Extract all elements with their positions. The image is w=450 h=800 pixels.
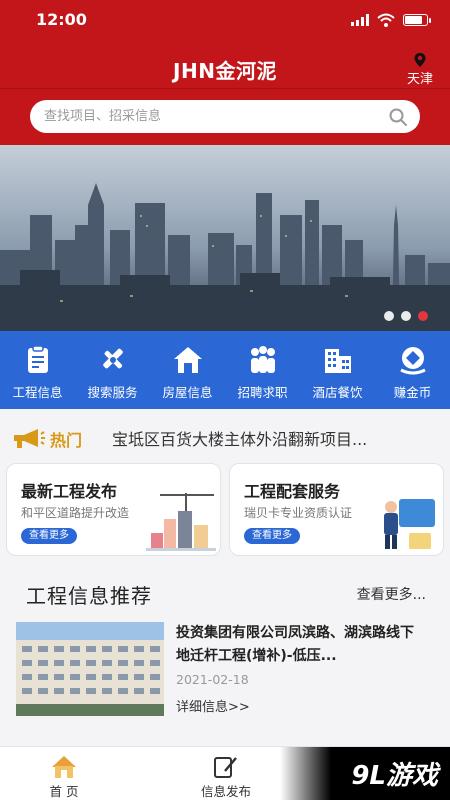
business-person-illustration xyxy=(384,499,435,549)
top-header: 12:00 JHN金河泥 天津 xyxy=(0,0,450,145)
menu-item-recruitment[interactable]: 招聘求职 xyxy=(225,331,300,409)
section-title: 工程信息推荐 xyxy=(26,584,152,608)
carousel-indicators[interactable] xyxy=(384,311,428,321)
tools-icon xyxy=(102,348,123,369)
card-title: 最新工程发布 xyxy=(21,482,118,501)
status-bar: 12:00 xyxy=(0,0,450,42)
city-skyline-image xyxy=(0,145,450,331)
search-icon[interactable] xyxy=(388,107,408,127)
menu-item-search-service[interactable]: 搜索服务 xyxy=(75,331,150,409)
construction-illustration xyxy=(146,493,216,551)
article-title[interactable]: 投资集团有限公司凤滨路、湖滨路线下地迁杆工程(增补)-低压... xyxy=(176,622,426,668)
menu-label: 工程信息 xyxy=(12,385,63,400)
search-input[interactable] xyxy=(44,100,384,133)
section-view-more-link[interactable]: 查看更多... xyxy=(357,584,426,604)
menu-label: 赚金币 xyxy=(393,385,432,400)
location-pin-icon xyxy=(414,53,426,67)
card-latest-projects[interactable]: 最新工程发布 和平区道路提升改造 查看更多 xyxy=(6,463,221,556)
card-subtitle: 和平区道路提升改造 xyxy=(21,506,130,520)
menu-label: 酒店餐饮 xyxy=(312,385,363,400)
header-divider xyxy=(0,88,450,89)
edit-icon xyxy=(214,757,237,778)
view-more-button[interactable]: 查看更多 xyxy=(244,528,300,544)
watermark-overlay: 9L游戏 xyxy=(280,747,450,800)
app-title: JHN金河泥 xyxy=(173,59,277,83)
tab-home[interactable]: 首 页 xyxy=(14,747,114,800)
system-icons xyxy=(351,13,431,27)
menu-label: 招聘求职 xyxy=(237,385,288,400)
menu-item-housing-info[interactable]: 房屋信息 xyxy=(150,331,225,409)
wifi-icon xyxy=(377,13,395,27)
status-time: 12:00 xyxy=(36,10,87,29)
view-more-button[interactable]: 查看更多 xyxy=(21,528,77,544)
battery-icon xyxy=(403,14,431,26)
hot-news-ticker[interactable]: 热门 宝坻区百货大楼主体外沿翻新项目... xyxy=(0,420,450,456)
building-icon xyxy=(324,349,351,373)
news-headline[interactable]: 宝坻区百货大楼主体外沿翻新项目... xyxy=(112,426,432,450)
tab-label: 首 页 xyxy=(49,784,79,799)
bottom-tab-bar: 首 页 信息发布 9L游戏 xyxy=(0,746,450,800)
search-bar[interactable] xyxy=(30,100,420,133)
carousel-dot[interactable] xyxy=(384,311,394,321)
menu-item-engineering-info[interactable]: 工程信息 xyxy=(0,331,75,409)
coin-icon xyxy=(399,347,426,375)
house-icon xyxy=(173,347,202,373)
watermark-logo: 9L游戏 xyxy=(351,761,438,791)
city-label: 天津 xyxy=(406,72,433,87)
article-date: 2021-02-18 xyxy=(176,672,249,687)
location-selector[interactable]: 天津 xyxy=(402,52,438,87)
card-subtitle: 瑞贝卡专业资质认证 xyxy=(244,506,353,520)
card-engineering-services[interactable]: 工程配套服务 瑞贝卡专业资质认证 查看更多 xyxy=(229,463,444,556)
home-icon xyxy=(52,756,76,778)
card-title: 工程配套服务 xyxy=(244,482,341,501)
carousel-dot[interactable] xyxy=(401,311,411,321)
article-details-link[interactable]: 详细信息>> xyxy=(176,696,250,715)
signal-icon xyxy=(351,14,369,26)
tab-publish-info[interactable]: 信息发布 xyxy=(176,747,276,800)
menu-label: 搜索服务 xyxy=(87,385,138,400)
banner-carousel[interactable] xyxy=(0,145,450,331)
article-thumbnail xyxy=(16,622,164,716)
menu-item-earn-coins[interactable]: 赚金币 xyxy=(375,331,450,409)
category-menu: 工程信息 搜索服务 房屋信息 招聘求职 酒店餐饮 赚金币 xyxy=(0,331,450,409)
carousel-dot-active[interactable] xyxy=(418,311,428,321)
hot-label: 热门 xyxy=(50,431,83,450)
people-icon xyxy=(250,346,275,373)
menu-item-hotel-dining[interactable]: 酒店餐饮 xyxy=(300,331,375,409)
article-card[interactable]: 投资集团有限公司凤滨路、湖滨路线下地迁杆工程(增补)-低压... 2021-02… xyxy=(16,622,434,718)
clipboard-icon xyxy=(27,345,48,373)
megaphone-icon xyxy=(14,429,45,448)
tab-label: 信息发布 xyxy=(200,784,251,799)
menu-label: 房屋信息 xyxy=(162,385,213,400)
